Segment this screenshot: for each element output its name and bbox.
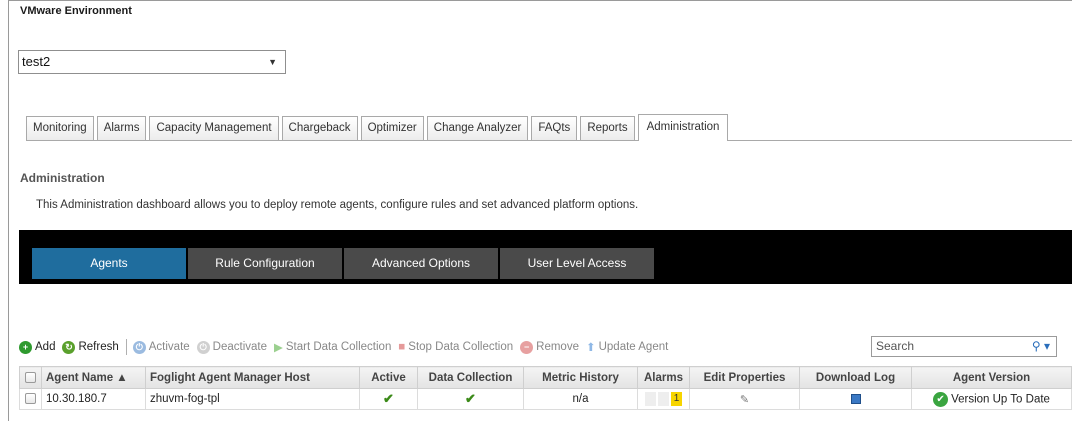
deactivate-label: Deactivate (212, 341, 268, 353)
update-agent-button[interactable]: ⬆ Update Agent (586, 340, 668, 354)
subtab-advanced-options[interactable]: Advanced Options (344, 248, 498, 279)
chevron-down-icon: ▼ (268, 57, 277, 67)
row-select-cell[interactable] (19, 388, 42, 410)
header-active[interactable]: Active (359, 366, 418, 389)
header-alarms[interactable]: Alarms (637, 366, 690, 389)
activate-label: Activate (148, 341, 190, 353)
deactivate-button[interactable]: ⏻ Deactivate (196, 340, 268, 354)
host-cell: zhuvm-fog-tpl (145, 388, 360, 410)
tab-reports[interactable]: Reports (580, 116, 635, 140)
header-metric-history[interactable]: Metric History (523, 366, 638, 389)
header-agent-version[interactable]: Agent Version (911, 366, 1072, 389)
start-label: Start Data Collection (285, 341, 392, 353)
tab-optimizer[interactable]: Optimizer (360, 116, 424, 140)
header-host[interactable]: Foglight Agent Manager Host (145, 366, 360, 389)
edit-icon[interactable]: ✎ (740, 394, 749, 406)
environment-select[interactable]: test2 ▼ (18, 50, 286, 74)
header-download-log[interactable]: Download Log (799, 366, 912, 389)
section-description: This Administration dashboard allows you… (36, 199, 639, 211)
refresh-label: Refresh (78, 341, 119, 353)
tab-chargeback[interactable]: Chargeback (281, 116, 358, 140)
add-label: Add (35, 341, 56, 353)
select-all-checkbox[interactable] (25, 371, 36, 383)
subtab-user-level-access[interactable]: User Level Access (500, 248, 654, 279)
active-check-icon: ✔ (383, 391, 394, 406)
agents-toolbar: + Add ↻ Refresh ⏻ Activate ⏻ Deactivate … (19, 335, 1072, 359)
stop-icon: ■ (398, 341, 406, 353)
refresh-button[interactable]: ↻ Refresh (62, 340, 119, 354)
table-header-row: Agent Name ▲ Foglight Agent Manager Host… (19, 366, 1072, 389)
search-input[interactable]: Search ⚲ ▾ (871, 336, 1057, 357)
tab-capacity-management[interactable]: Capacity Management (149, 116, 279, 140)
row-checkbox[interactable] (25, 393, 36, 405)
alarm-warning-count[interactable]: 1 (671, 392, 682, 406)
table-row[interactable]: 10.30.180.7 zhuvm-fog-tpl ✔ ✔ n/a 1 ✎ ✔ V… (19, 388, 1072, 410)
add-icon: + (19, 340, 32, 354)
agent-version-text: Version Up To Date (951, 393, 1050, 406)
ok-check-icon: ✔ (933, 391, 949, 407)
start-data-collection-button[interactable]: ▶ Start Data Collection (274, 340, 391, 354)
select-all-header[interactable] (19, 366, 42, 389)
subtab-agents[interactable]: Agents (32, 248, 186, 279)
power-icon: ⏻ (132, 340, 146, 354)
metric-history-cell: n/a (523, 388, 638, 410)
alarm-critical-indicator (658, 392, 669, 406)
environment-select-value: test2 (22, 54, 51, 69)
download-icon[interactable] (850, 393, 861, 404)
agent-version-cell: ✔ Version Up To Date (911, 388, 1072, 410)
admin-subtab-bar: Agents Rule Configuration Advanced Optio… (19, 230, 1072, 284)
tab-administration[interactable]: Administration (637, 114, 729, 141)
search-placeholder: Search (876, 339, 915, 353)
section-title: Administration (20, 171, 105, 185)
edit-properties-cell[interactable]: ✎ (689, 388, 800, 410)
activate-button[interactable]: ⏻ Activate (132, 340, 190, 354)
agent-name-cell: 10.30.180.7 (41, 388, 146, 410)
tab-faqts[interactable]: FAQts (531, 116, 578, 140)
environment-title: VMware Environment (20, 5, 132, 17)
update-label: Update Agent (598, 341, 669, 353)
remove-icon: − (520, 340, 534, 354)
header-data-collection[interactable]: Data Collection (417, 366, 524, 389)
remove-button[interactable]: − Remove (520, 340, 579, 354)
main-tabs: Monitoring Alarms Capacity Management Ch… (26, 114, 1072, 141)
toolbar-divider (125, 339, 127, 355)
stop-label: Stop Data Collection (408, 341, 514, 353)
stop-data-collection-button[interactable]: ■ Stop Data Collection (398, 341, 513, 353)
active-cell: ✔ (359, 388, 418, 410)
download-log-cell[interactable] (799, 388, 912, 410)
search-icon[interactable]: ⚲ ▾ (1032, 337, 1050, 356)
header-edit-properties[interactable]: Edit Properties (689, 366, 800, 389)
data-collection-cell: ✔ (417, 388, 524, 410)
alarm-fatal-indicator (645, 392, 656, 406)
alarms-cell[interactable]: 1 (637, 388, 690, 410)
arrow-up-icon: ⬆ (585, 342, 596, 354)
refresh-icon: ↻ (62, 340, 76, 354)
collection-check-icon: ✔ (465, 391, 476, 406)
power-off-icon: ⏻ (196, 340, 210, 354)
subtab-rule-configuration[interactable]: Rule Configuration (188, 248, 342, 279)
tab-alarms[interactable]: Alarms (96, 116, 147, 140)
tab-monitoring[interactable]: Monitoring (26, 116, 94, 140)
agents-table: Agent Name ▲ Foglight Agent Manager Host… (19, 366, 1072, 410)
remove-label: Remove (536, 341, 579, 353)
play-icon: ▶ (274, 342, 283, 354)
header-agent-name[interactable]: Agent Name ▲ (41, 366, 146, 389)
tab-change-analyzer[interactable]: Change Analyzer (426, 116, 529, 140)
add-button[interactable]: + Add (19, 340, 56, 354)
